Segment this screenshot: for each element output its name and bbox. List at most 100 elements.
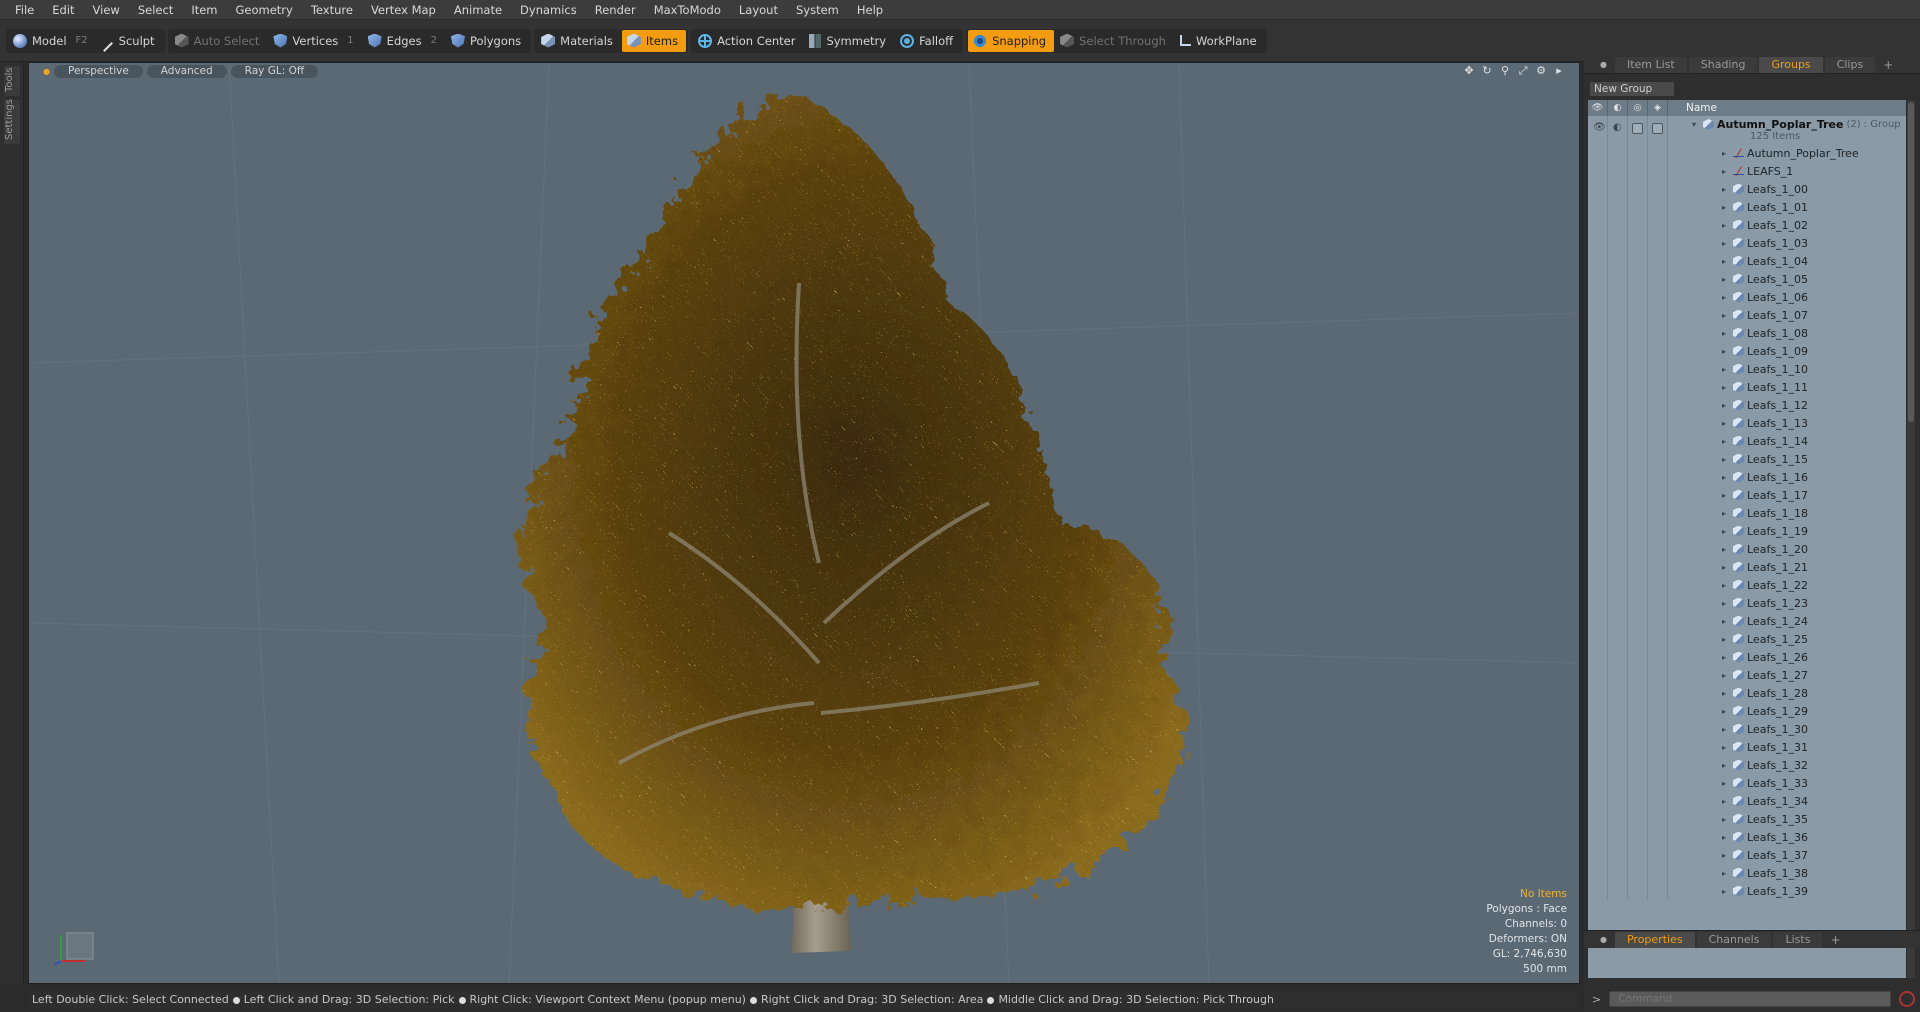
column-cell[interactable] (1588, 468, 1608, 486)
column-cell[interactable] (1628, 324, 1648, 342)
column-cell[interactable] (1628, 594, 1648, 612)
column-cell[interactable] (1628, 144, 1648, 162)
column-cell[interactable] (1588, 378, 1608, 396)
column-cell[interactable] (1608, 756, 1628, 774)
column-cell[interactable] (1648, 378, 1668, 396)
expand-triangle-icon[interactable]: ▸ (1722, 473, 1730, 482)
menu-geometry[interactable]: Geometry (227, 0, 302, 20)
column-cell[interactable] (1648, 234, 1668, 252)
column-cell[interactable] (1648, 414, 1668, 432)
column-cell[interactable] (1628, 450, 1648, 468)
column-cell[interactable] (1648, 576, 1668, 594)
column-cell[interactable] (1648, 216, 1668, 234)
list-item[interactable]: ▸ Leafs_1_00 (1588, 180, 1906, 198)
column-cell[interactable] (1588, 198, 1608, 216)
column-cell[interactable] (1608, 360, 1628, 378)
list-item[interactable]: ▸ Leafs_1_21 (1588, 558, 1906, 576)
column-cell[interactable] (1588, 882, 1608, 900)
column-cell[interactable] (1648, 702, 1668, 720)
column-cell[interactable] (1608, 738, 1628, 756)
model-mode-button[interactable]: Model F2 (8, 30, 96, 52)
column-cell[interactable] (1648, 684, 1668, 702)
column-cell[interactable] (1628, 612, 1648, 630)
column-cell[interactable] (1608, 252, 1628, 270)
column-cell[interactable] (1648, 540, 1668, 558)
column-cell[interactable] (1628, 846, 1648, 864)
lock-checkbox[interactable] (1632, 123, 1643, 134)
expand-triangle-icon[interactable]: ▸ (1722, 455, 1730, 464)
column-cell[interactable] (1648, 450, 1668, 468)
column-cell[interactable] (1628, 576, 1648, 594)
expand-triangle-icon[interactable]: ▸ (1722, 725, 1730, 734)
column-cell[interactable] (1628, 684, 1648, 702)
column-cell[interactable] (1648, 612, 1668, 630)
expand-triangle-icon[interactable]: ▸ (1722, 671, 1730, 680)
column-cell[interactable] (1628, 306, 1648, 324)
vertices-button[interactable]: Vertices 1 (268, 30, 361, 52)
column-cell[interactable] (1608, 450, 1628, 468)
menu-dynamics[interactable]: Dynamics (511, 0, 586, 20)
properties-panel-dot[interactable]: ● (1600, 935, 1607, 944)
column-cell[interactable] (1628, 252, 1648, 270)
column-cell[interactable] (1608, 612, 1628, 630)
expand-triangle-icon[interactable]: ▸ (1722, 239, 1730, 248)
list-item[interactable]: ▸ Leafs_1_15 (1588, 450, 1906, 468)
group-row[interactable]: 👁 ◐ ▾ Autumn_Poplar_Tree (2): Group 125 Items (1588, 116, 1906, 144)
command-input[interactable] (1609, 991, 1892, 1007)
column-cell[interactable] (1588, 612, 1608, 630)
list-item[interactable]: ▸ Leafs_1_22 (1588, 576, 1906, 594)
falloff-button[interactable]: Falloff (895, 30, 961, 52)
column-cell[interactable] (1608, 792, 1628, 810)
list-item[interactable]: ▸ Leafs_1_32 (1588, 756, 1906, 774)
render-column-icon[interactable]: ◐ (1608, 100, 1628, 116)
column-cell[interactable] (1588, 450, 1608, 468)
list-item[interactable]: ▸ Leafs_1_08 (1588, 324, 1906, 342)
groups-scrollbar[interactable] (1907, 100, 1915, 978)
column-cell[interactable] (1588, 288, 1608, 306)
list-item[interactable]: ▸ Leafs_1_12 (1588, 396, 1906, 414)
list-item[interactable]: ▸ Leafs_1_24 (1588, 612, 1906, 630)
menu-maxtomodo[interactable]: MaxToModo (645, 0, 730, 20)
new-group-button[interactable]: New Group (1590, 82, 1674, 96)
column-cell[interactable] (1588, 216, 1608, 234)
column-cell[interactable] (1648, 846, 1668, 864)
shading-dropdown[interactable]: Advanced (146, 64, 227, 78)
column-cell[interactable] (1628, 162, 1648, 180)
list-item[interactable]: ▸ Leafs_1_10 (1588, 360, 1906, 378)
settings-tab[interactable]: Settings (4, 99, 20, 144)
expand-triangle-icon[interactable]: ▸ (1722, 545, 1730, 554)
column-cell[interactable] (1588, 558, 1608, 576)
list-item[interactable]: ▸ Leafs_1_09 (1588, 342, 1906, 360)
column-cell[interactable] (1588, 252, 1608, 270)
column-cell[interactable] (1628, 702, 1648, 720)
expand-triangle-icon[interactable]: ▸ (1722, 527, 1730, 536)
column-cell[interactable] (1648, 738, 1668, 756)
column-cell[interactable] (1628, 792, 1648, 810)
column-cell[interactable] (1608, 342, 1628, 360)
column-cell[interactable] (1648, 288, 1668, 306)
menu-select[interactable]: Select (129, 0, 182, 20)
column-cell[interactable] (1608, 540, 1628, 558)
expand-triangle-icon[interactable]: ▸ (1722, 293, 1730, 302)
column-cell[interactable] (1648, 342, 1668, 360)
column-cell[interactable] (1608, 378, 1628, 396)
column-cell[interactable] (1608, 504, 1628, 522)
add-tab-icon[interactable]: + (1824, 933, 1846, 947)
expand-triangle-icon[interactable]: ▸ (1722, 743, 1730, 752)
expand-triangle-icon[interactable]: ▸ (1722, 635, 1730, 644)
column-cell[interactable] (1588, 360, 1608, 378)
column-cell[interactable] (1608, 198, 1628, 216)
column-cell[interactable] (1648, 594, 1668, 612)
column-cell[interactable] (1588, 144, 1608, 162)
column-cell[interactable] (1628, 738, 1648, 756)
viewport-menu-dot[interactable]: ● (43, 67, 50, 76)
view-mode-dropdown[interactable]: Perspective (53, 64, 143, 78)
column-cell[interactable] (1628, 396, 1648, 414)
zoom-icon[interactable]: ⚲ (1499, 65, 1511, 77)
list-item[interactable]: ▸ Leafs_1_31 (1588, 738, 1906, 756)
maximize-icon[interactable]: ⤢ (1517, 65, 1529, 77)
column-cell[interactable] (1628, 774, 1648, 792)
column-cell[interactable] (1648, 648, 1668, 666)
column-cell[interactable] (1648, 864, 1668, 882)
symmetry-button[interactable]: Symmetry (804, 30, 894, 52)
